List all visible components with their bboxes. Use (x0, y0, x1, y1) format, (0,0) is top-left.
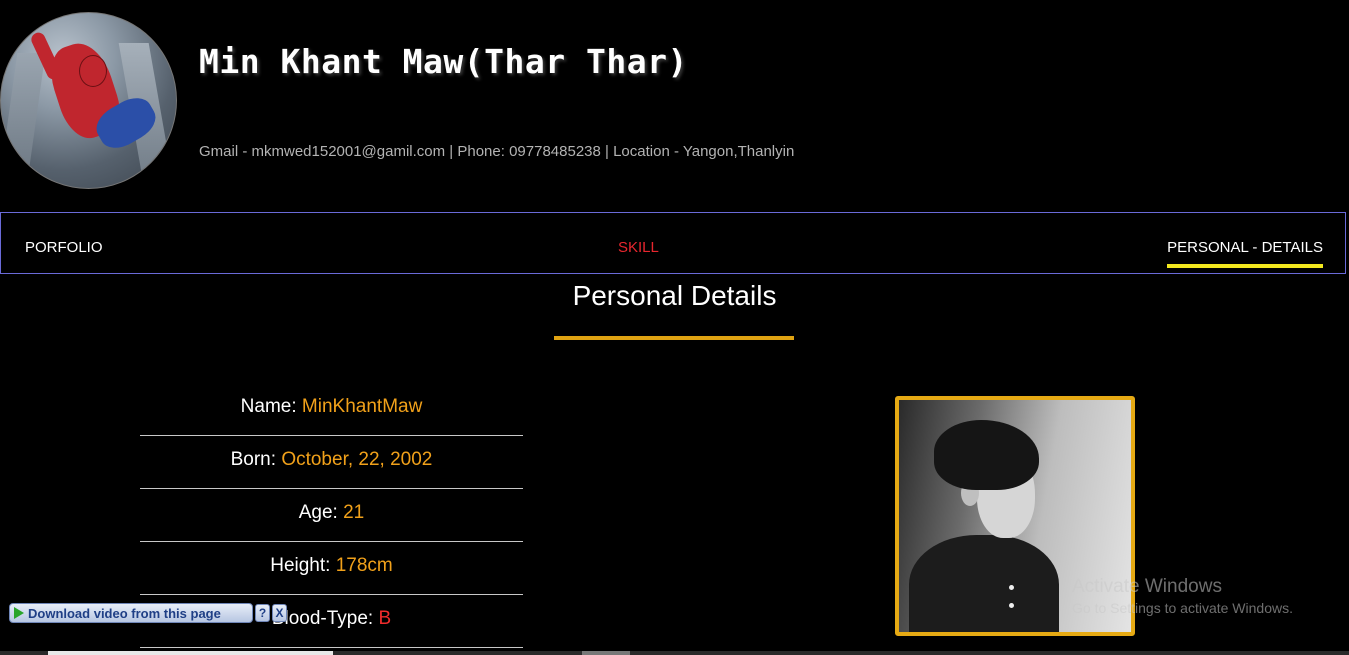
download-toolbar: Download video from this page ? X (9, 601, 289, 625)
download-video-label: Download video from this page (28, 605, 221, 621)
windows-activation-watermark: Activate Windows Go to Settings to activ… (1072, 576, 1293, 616)
horizontal-scrollbar[interactable] (0, 651, 1349, 655)
download-video-button[interactable]: Download video from this page (9, 603, 253, 623)
close-button[interactable]: X (272, 604, 287, 622)
detail-value: 21 (343, 502, 365, 523)
nav-skill-link[interactable]: SKILL (618, 239, 659, 256)
main-nav: PORFOLIO SKILL PERSONAL - DETAILS (0, 212, 1346, 274)
detail-row-age: Age: 21 (140, 490, 523, 542)
nav-portfolio-link[interactable]: PORFOLIO (25, 239, 103, 256)
detail-label: Height: (270, 555, 331, 576)
detail-row-name: Name: MinKhantMaw (140, 384, 523, 436)
scrollbar-segment (582, 651, 630, 655)
activate-subtitle: Go to Settings to activate Windows. (1072, 600, 1293, 616)
activate-title: Activate Windows (1072, 576, 1222, 597)
detail-label: Name: (240, 396, 297, 417)
profile-name: Min Khant Maw(Thar Thar) (199, 42, 688, 81)
detail-value: October, 22, 2002 (281, 449, 433, 470)
nav-personal-details-link[interactable]: PERSONAL - DETAILS (1167, 239, 1323, 268)
detail-value: 178cm (335, 555, 393, 576)
profile-avatar (0, 12, 177, 189)
detail-label: Age: (298, 502, 338, 523)
detail-value: B (378, 608, 392, 629)
detail-row-height: Height: 178cm (140, 543, 523, 595)
detail-label: Born: (230, 449, 277, 470)
help-button[interactable]: ? (255, 604, 270, 622)
detail-value: MinKhantMaw (301, 396, 423, 417)
detail-row-born: Born: October, 22, 2002 (140, 437, 523, 489)
play-icon (14, 607, 24, 619)
section-title: Personal Details (572, 280, 777, 311)
contact-info: Gmail - mkmwed152001@gamil.com | Phone: … (199, 143, 795, 160)
title-underline (554, 336, 794, 340)
scrollbar-thumb[interactable] (48, 651, 333, 655)
